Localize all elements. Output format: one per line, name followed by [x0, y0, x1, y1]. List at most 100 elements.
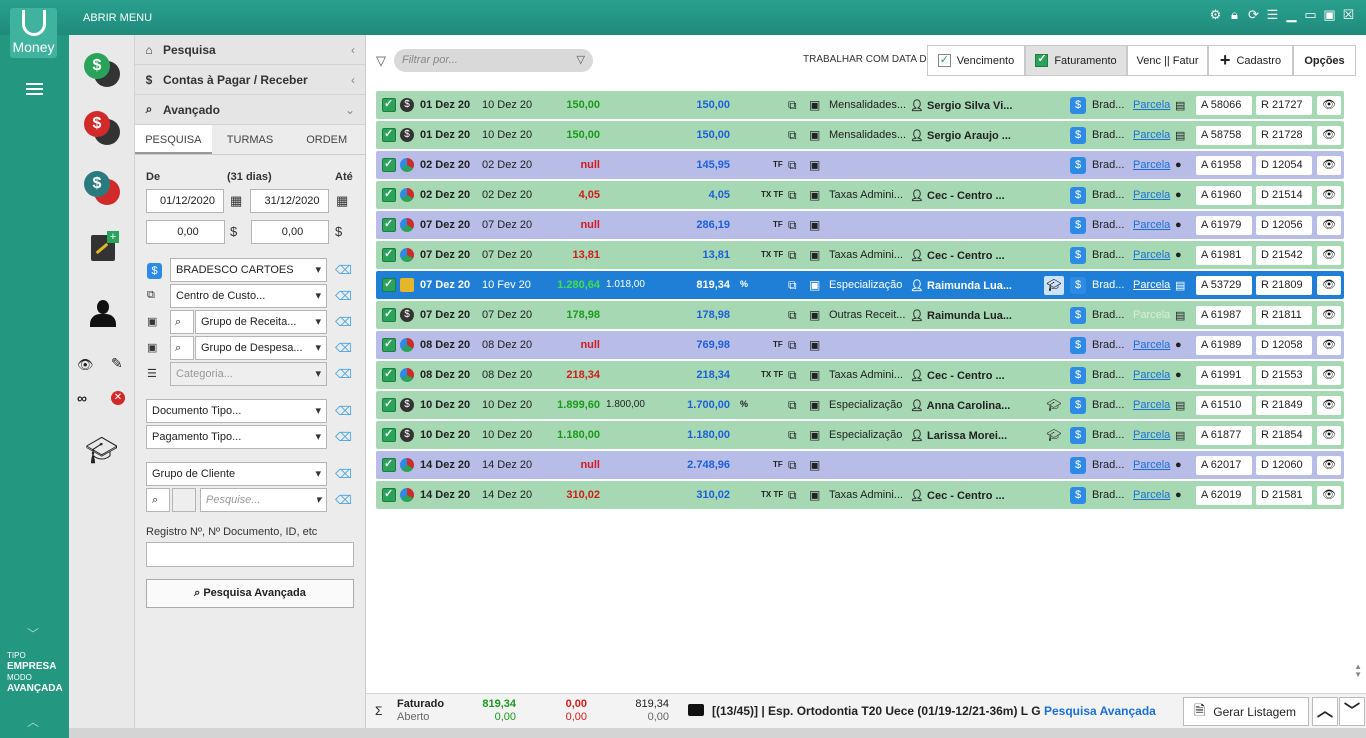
eye-icon[interactable]: 👁︎ [1317, 216, 1341, 235]
grupo-despesa-select[interactable]: Grupo de Despesa... [195, 336, 327, 360]
search-icon[interactable]: ⌕ [146, 488, 170, 512]
table-row[interactable]: $10 Dez 20 10 Dez 20 1.899,60 1.800,00 1.700… [376, 391, 1344, 419]
pesquise-input[interactable]: Pesquise... [200, 488, 327, 512]
refresh-icon[interactable]: ⟳ [1246, 7, 1261, 22]
person-name[interactable]: 👤︎ Cec - Centro ... [910, 369, 1005, 382]
org-chart-icon[interactable]: ⧉ [788, 488, 797, 503]
table-row[interactable]: 07 Dez 20 07 Dez 20 null 286,19 TF ⧉ ▣ $ Brad...… [376, 211, 1344, 239]
scan-icon[interactable]: ▣ [809, 248, 820, 262]
scan-icon[interactable]: ▣ [809, 98, 820, 112]
scan-icon[interactable]: ▣ [809, 128, 820, 142]
clear-icon[interactable]: ⌫ [335, 431, 352, 443]
parcela-link[interactable]: Parcela [1133, 189, 1170, 201]
parcela-link[interactable]: Parcela [1133, 309, 1170, 321]
dollar-icon[interactable]: $ [1070, 247, 1086, 264]
eye-icon[interactable]: 👁︎ [1317, 186, 1341, 205]
parcela-link[interactable]: Parcela [1133, 159, 1170, 171]
table-row[interactable]: 14 Dez 20 14 Dez 20 310,02 310,02 TX TF ⧉ ▣ Tax… [376, 481, 1344, 509]
opcoes-button[interactable]: Opções [1293, 45, 1356, 76]
row-checkbox[interactable] [382, 277, 396, 292]
dollar-icon[interactable]: $ [1070, 97, 1086, 114]
clear-icon[interactable]: ⌫ [335, 290, 352, 302]
tab-turmas[interactable]: TURMAS [212, 125, 289, 154]
balance-coin-icon[interactable]: $ [84, 171, 120, 207]
eye-icon[interactable]: 👁︎ [1317, 456, 1341, 475]
table-row[interactable]: 02 Dez 20 02 Dez 20 null 145,95 TF ⧉ ▣ $ Brad...… [376, 151, 1344, 179]
date-to-input[interactable]: 31/12/2020 [250, 189, 329, 213]
grupo-cliente-select[interactable]: Grupo de Cliente [146, 462, 327, 486]
search-icon[interactable]: ⌕ [170, 336, 194, 360]
dollar-icon[interactable]: $ [1070, 187, 1086, 204]
calendar-icon[interactable]: ▦ [230, 193, 242, 209]
row-checkbox[interactable] [382, 487, 396, 502]
table-row[interactable]: 08 Dez 20 08 Dez 20 null 769,98 TF ⧉ ▣ $ Brad...… [376, 331, 1344, 359]
scan-icon[interactable]: ▣ [809, 488, 820, 502]
gerar-listagem-button[interactable]: 🗎 Gerar Listagem [1183, 697, 1309, 726]
person-name[interactable]: 👤︎ Raimunda Lua... [910, 279, 1012, 292]
table-row[interactable]: 08 Dez 20 08 Dez 20 218,34 218,34 TX TF ⧉ ▣ Tax… [376, 361, 1344, 389]
person-name[interactable]: 👤︎ Cec - Centro ... [910, 249, 1005, 262]
parcela-link[interactable]: Parcela [1133, 219, 1170, 231]
pencil-icon[interactable]: ✎ [111, 355, 123, 372]
maximize-icon[interactable]: ▣ [1322, 7, 1337, 22]
filter-input[interactable]: Filtrar por... ▽ [394, 49, 593, 72]
parcela-link[interactable]: Parcela [1133, 279, 1170, 291]
bank-select[interactable]: BRADESCO CARTOES [170, 258, 327, 282]
cancel-icon[interactable]: ✕ [111, 391, 125, 405]
clear-icon[interactable]: ⌫ [335, 468, 352, 480]
org-chart-icon[interactable]: ⧉ [788, 338, 797, 353]
org-chart-icon[interactable]: ⧉ [788, 98, 797, 113]
org-chart-icon[interactable]: ⧉ [788, 428, 797, 443]
dollar-icon[interactable]: $ [1070, 127, 1086, 144]
scan-icon[interactable]: ▣ [809, 368, 820, 382]
advanced-search-button[interactable]: ⌕ Pesquisa Avançada [146, 579, 354, 608]
receivables-coin-icon[interactable]: $ [84, 53, 120, 89]
hamburger-icon[interactable] [26, 83, 43, 95]
dollar-icon[interactable]: $ [1070, 457, 1086, 474]
row-checkbox[interactable] [382, 217, 396, 232]
dollar-icon[interactable]: $ [1070, 427, 1086, 444]
chevron-down-icon[interactable]: ﹀ [27, 625, 39, 642]
row-checkbox[interactable] [382, 457, 396, 472]
dollar-icon[interactable]: $ [1070, 487, 1086, 504]
person-name[interactable]: 👤︎ Raimunda Lua... [910, 309, 1012, 322]
row-checkbox[interactable] [382, 427, 396, 442]
clear-icon[interactable]: ⌫ [335, 368, 352, 380]
org-chart-icon[interactable]: ⧉ [788, 218, 797, 233]
categoria-select[interactable]: Categoria... [170, 362, 327, 386]
scan-icon[interactable]: ▣ [809, 338, 820, 352]
dollar-icon[interactable]: $ [1070, 277, 1086, 294]
parcela-link[interactable]: Parcela [1133, 399, 1170, 411]
row-checkbox[interactable] [382, 397, 396, 412]
parcela-link[interactable]: Parcela [1133, 129, 1170, 141]
advanced-search-link[interactable]: Pesquisa Avançada [1044, 704, 1156, 718]
person-name[interactable]: 👤︎ Larissa Morei... [910, 429, 1007, 442]
clear-icon[interactable]: ⌫ [335, 264, 352, 276]
eye-icon[interactable]: 👁︎ [1317, 426, 1341, 445]
scan-icon[interactable]: ▣ [809, 158, 820, 172]
scan-icon[interactable]: ▣ [809, 188, 820, 202]
clear-icon[interactable]: ⌫ [335, 494, 352, 506]
graduation-cap-icon[interactable]: 🎓︎ [1044, 396, 1064, 415]
pagamento-tipo-select[interactable]: Pagamento Tipo... [146, 425, 327, 449]
clear-icon[interactable]: ⌫ [335, 405, 352, 417]
table-row[interactable]: 14 Dez 20 14 Dez 20 null 2.748,96 TF ⧉ ▣ $ Brad.… [376, 451, 1344, 479]
graduation-cap-icon[interactable]: 🎓︎ [1044, 426, 1064, 445]
org-chart-icon[interactable]: ⧉ [788, 308, 797, 323]
registro-input[interactable] [146, 542, 354, 567]
person-name[interactable]: 👤︎ Anna Carolina... [910, 399, 1010, 412]
row-checkbox[interactable] [382, 157, 396, 172]
eye-icon[interactable]: 👁︎ [1317, 306, 1341, 325]
scan-icon[interactable]: ▣ [809, 308, 820, 322]
date-from-input[interactable]: 01/12/2020 [146, 189, 224, 213]
link-icon[interactable]: ∞ [77, 390, 87, 406]
person-name[interactable]: 👤︎ Sergio Silva Vi... [910, 99, 1012, 112]
eye-icon[interactable]: 👁︎ [1317, 156, 1341, 175]
accordion-pesquisa[interactable]: ⌂ Pesquisa ‹ [135, 35, 365, 65]
scroll-arrows-icon[interactable]: ▲ ▼ [1354, 663, 1362, 679]
vencimento-toggle[interactable]: Vencimento [927, 45, 1025, 76]
scroll-up-button[interactable]: ︿ [1312, 697, 1338, 726]
row-checkbox[interactable] [382, 307, 396, 322]
graduation-cap-icon[interactable]: 🎓︎ [1044, 276, 1064, 295]
table-row[interactable]: $10 Dez 20 10 Dez 20 1.180,00 1.180,00 ⧉ ▣ Esp… [376, 421, 1344, 449]
